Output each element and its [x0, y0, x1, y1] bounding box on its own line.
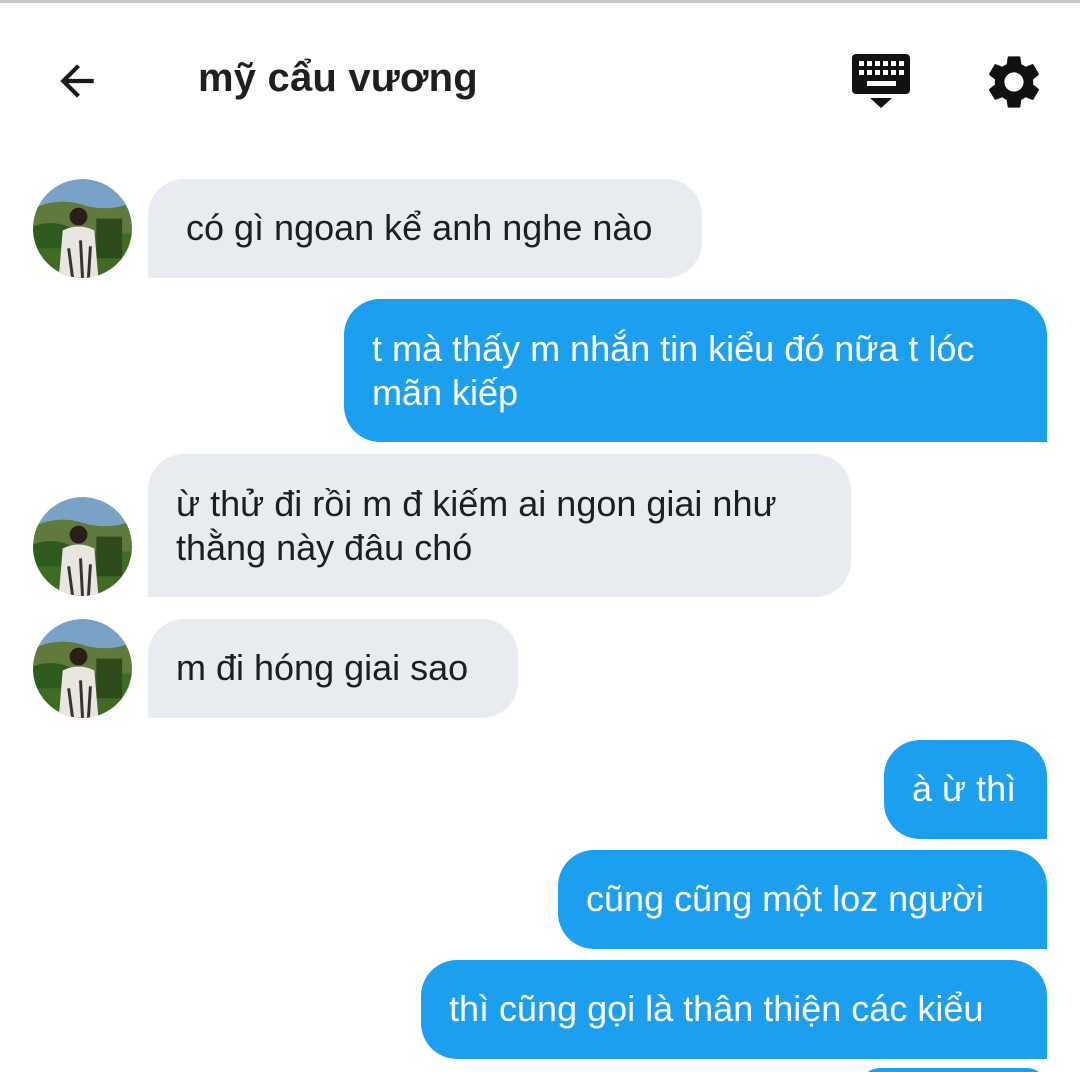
avatar-photo: [33, 619, 132, 718]
message-text: t mà thấy m nhắn tin kiểu đó nữa t lóc: [372, 328, 975, 369]
message-bubble-outgoing[interactable]: à ừ thì: [884, 740, 1047, 839]
message-text: thì cũng gọi là thân thiện các kiểu: [449, 988, 984, 1029]
message-text: ừ thử đi rồi m đ kiếm ai ngon giai như: [176, 483, 777, 524]
chat-screen: mỹ cẩu vương có gì ngoan kể anh nghe nào…: [0, 0, 1080, 1072]
message-bubble-outgoing[interactable]: t mà thấy m nhắn tin kiểu đó nữa t lóc m…: [344, 299, 1047, 442]
message-bubble-outgoing[interactable]: cũng cũng một loz người: [558, 850, 1047, 949]
message-text: mãn kiếp: [372, 372, 519, 413]
contact-avatar[interactable]: [33, 619, 132, 718]
message-bubble-incoming[interactable]: ừ thử đi rồi m đ kiếm ai ngon giai như t…: [148, 454, 851, 597]
settings-button[interactable]: [982, 50, 1046, 114]
message-text: à ừ thì: [912, 768, 1017, 809]
avatar-photo: [33, 497, 132, 596]
arrow-left-icon: [60, 64, 94, 98]
contact-avatar[interactable]: [33, 179, 132, 278]
message-text: m đi hóng giai sao: [176, 647, 469, 688]
message-text: cũng cũng một loz người: [586, 878, 984, 919]
keyboard-toggle-button[interactable]: [848, 50, 916, 114]
message-text: có gì ngoan kể anh nghe nào: [186, 207, 653, 248]
message-bubble-outgoing-partial[interactable]: [860, 1068, 1047, 1072]
back-button[interactable]: [46, 50, 108, 112]
message-text: thằng này đâu chó: [176, 527, 473, 568]
message-bubble-incoming[interactable]: m đi hóng giai sao: [148, 619, 518, 718]
conversation-title: mỹ cẩu vương: [198, 56, 478, 100]
gear-icon: [989, 56, 1039, 108]
top-divider: [0, 0, 1080, 3]
avatar-photo: [33, 179, 132, 278]
keyboard-icon: [852, 54, 910, 108]
message-bubble-outgoing[interactable]: thì cũng gọi là thân thiện các kiểu: [421, 960, 1047, 1059]
contact-avatar[interactable]: [33, 497, 132, 596]
message-bubble-incoming[interactable]: có gì ngoan kể anh nghe nào: [148, 179, 702, 278]
